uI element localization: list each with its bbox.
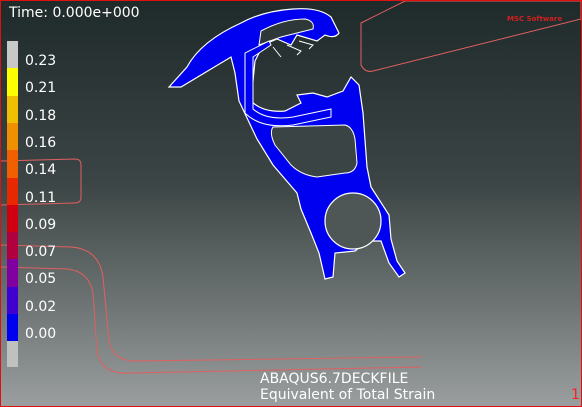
legend-row: 0.23: [7, 41, 77, 69]
msc-logo: MSC Software: [507, 15, 563, 23]
legend-label: 0.21: [25, 80, 57, 97]
legend-swatch: [7, 95, 18, 124]
seal-fins: [272, 40, 314, 58]
result-variable-caption: Equivalent of Total Strain: [260, 387, 436, 403]
legend-swatch: [7, 286, 18, 315]
time-label: Time:: [9, 5, 48, 21]
time-value: 0.000e+000: [52, 5, 140, 21]
legend-label: 0.16: [25, 134, 57, 151]
legend-swatch: [7, 122, 18, 151]
legend-label: 0.09: [25, 216, 57, 233]
legend-swatch: [7, 177, 18, 206]
legend-label: 0.14: [25, 162, 57, 179]
legend-row: 0.05: [7, 259, 77, 288]
legend-swatch: [7, 41, 18, 69]
seal-profile[interactable]: [167, 8, 406, 280]
legend-swatch: [7, 259, 18, 288]
legend-row: 0.18: [7, 95, 77, 124]
frame-number: 1: [571, 387, 580, 403]
legend-row: 0.02: [7, 286, 77, 315]
legend-row: 0.16: [7, 122, 77, 151]
legend-row: 0.00: [7, 314, 77, 342]
legend-row: 0.11: [7, 177, 77, 206]
legend-swatch: [7, 204, 18, 233]
fea-viewport[interactable]: Time: 0.000e+000 MSC Software 0.23 0.21 0.…: [0, 0, 582, 407]
legend-row: 0.07: [7, 232, 77, 261]
seal-bulb-hole: [324, 192, 382, 250]
legend-row: 0.14: [7, 150, 77, 179]
legend-swatch: [7, 314, 18, 342]
legend-label: 0.23: [25, 53, 57, 69]
legend-swatch: [7, 68, 18, 97]
model-canvas: [1, 1, 581, 374]
legend-label: 0.02: [25, 298, 57, 315]
legend-label: 0.07: [25, 244, 57, 261]
deck-file-caption: ABAQUS6.7DECKFILE: [260, 371, 409, 387]
legend-label: 0.05: [25, 271, 57, 288]
legend-row: 0.09: [7, 204, 77, 233]
tool-outline-top-right: [360, 1, 581, 72]
legend-bottom-swatch: [7, 341, 18, 368]
time-readout: Time: 0.000e+000: [9, 5, 140, 21]
legend-row: 0.21: [7, 68, 77, 97]
legend-label: 0.00: [25, 326, 57, 342]
legend-swatch: [7, 232, 18, 261]
legend-swatch: [7, 150, 18, 179]
legend-label: 0.18: [25, 107, 57, 124]
legend-label: 0.11: [25, 189, 57, 206]
